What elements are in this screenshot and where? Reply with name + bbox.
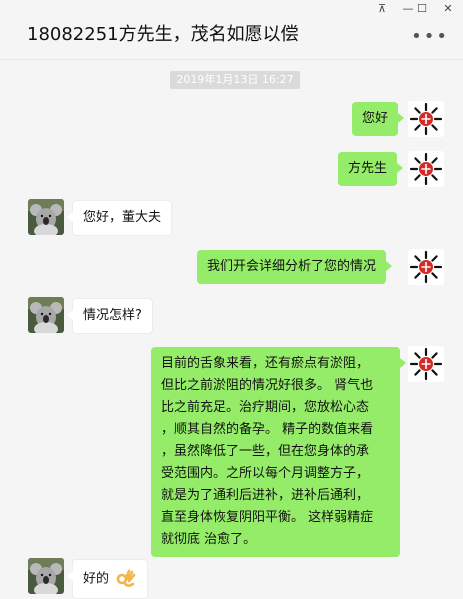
contact-avatar[interactable] <box>28 297 64 333</box>
message-bubble-contact[interactable]: 您好，董大夫 <box>66 200 173 236</box>
contact-avatar[interactable] <box>28 558 64 594</box>
message-bubble-mine[interactable]: 方先生 <box>338 152 404 186</box>
message-bubble-contact[interactable]: 情况怎样? <box>67 298 153 334</box>
message-line: 比之前充足。治疗期间，您放松心态 <box>161 400 370 415</box>
message-text: 好的 <box>83 571 110 587</box>
my-avatar[interactable] <box>408 101 444 137</box>
timestamp: 2019年1月13日 16:27 <box>170 71 300 89</box>
my-avatar[interactable] <box>408 151 444 187</box>
message-bubble-mine[interactable]: 您好 <box>352 102 405 136</box>
message-line: 受范围内。之所以每个月调整方子， <box>161 466 370 481</box>
my-avatar[interactable] <box>408 249 444 285</box>
title-bar: 18082251方先生，茂名如愿以偿 ⊼ — ☐ ✕ ••• <box>0 0 463 60</box>
my-avatar[interactable] <box>408 346 444 382</box>
ok-hand-emoji <box>116 569 136 587</box>
message-bubble-mine[interactable]: 目前的舌象来看，还有瘀点有淤阻， 但比之前淤阻的情况好很多。 肾气也 比之前充足… <box>151 347 406 557</box>
message-line: 就是为了通利后进补，进补后通利， <box>161 488 370 503</box>
message-bubble-contact[interactable]: 好的 <box>66 559 149 599</box>
message-line: 目前的舌象来看，还有瘀点有淤阻， <box>161 356 370 371</box>
message-bubble-mine[interactable]: 我们开会详细分析了您的情况 <box>197 250 393 284</box>
chat-title: 18082251方先生，茂名如愿以偿 <box>27 24 299 45</box>
contact-avatar[interactable] <box>28 199 64 235</box>
close-icon[interactable]: ✕ <box>433 0 463 18</box>
message-line: 就彻底 治愈了。 <box>161 532 257 547</box>
message-line: 直至身体恢复阴阳平衡。 这样弱精症 <box>161 510 374 525</box>
message-line: ，顺其自然的备孕。 精子的数值来看 <box>161 422 374 437</box>
message-line: 但比之前淤阻的情况好很多。 肾气也 <box>161 378 374 393</box>
more-icon[interactable]: ••• <box>411 26 449 47</box>
message-line: ，虽然降低了一些，但在您身体的承 <box>161 444 370 459</box>
